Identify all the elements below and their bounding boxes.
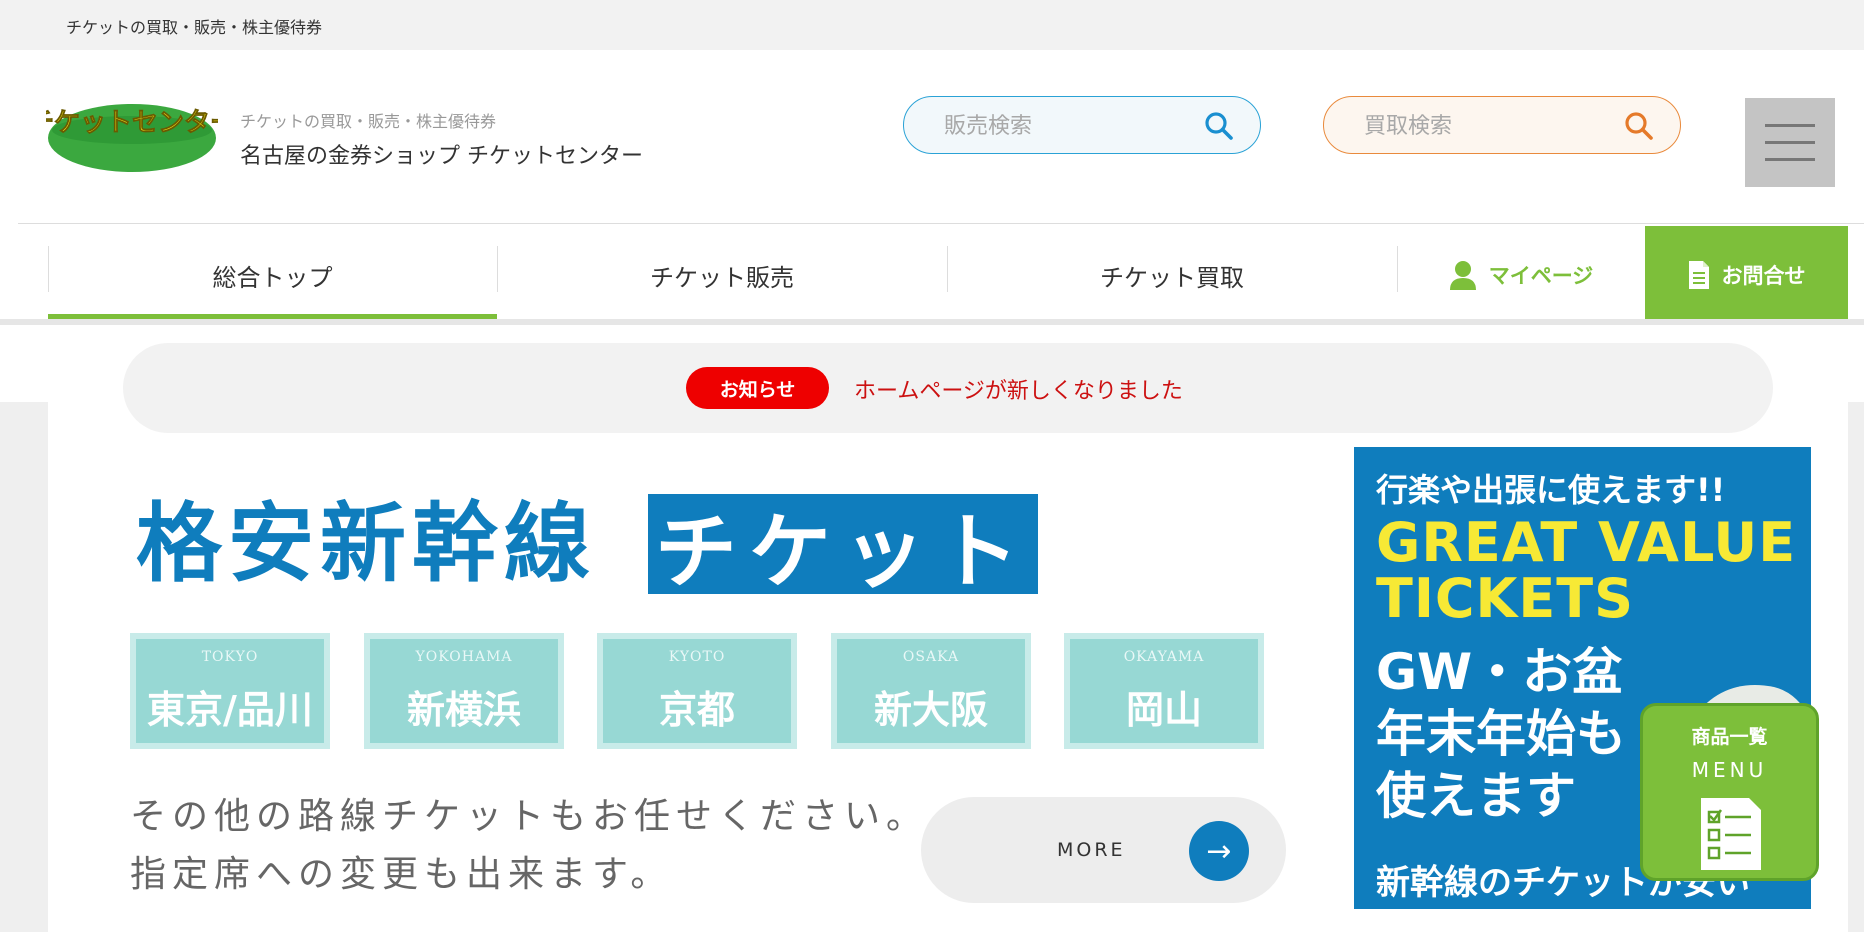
city-en: YOKOHAMA (415, 649, 513, 665)
contact-label: お問合せ (1721, 264, 1806, 288)
promo-headline-line: GREAT VALUE (1376, 511, 1797, 574)
city-en: KYOTO (668, 649, 726, 665)
nav-item-label: 総合トップ (212, 263, 333, 292)
city-en: OKAYAMA (1123, 649, 1205, 665)
page-side-band (0, 402, 48, 932)
promo-body-line: GW・お盆 (1376, 643, 1623, 701)
notice-badge: お知らせ (686, 367, 829, 409)
notice-link[interactable]: ホームページが新しくなりました (854, 373, 1183, 405)
sell-search-box (903, 96, 1261, 154)
document-icon (1688, 261, 1709, 289)
brand-title[interactable]: 名古屋の金券ショップ チケットセンター (240, 138, 643, 170)
float-menu-title: 商品一覧 (1691, 726, 1768, 748)
brand-subtitle: チケットの買取・販売・株主優待券 (240, 112, 497, 131)
promo-body: GW・お盆 年末年始も 使えます (1376, 641, 1626, 827)
nav-item-mypage[interactable]: マイページ (1397, 226, 1645, 324)
search-icon[interactable] (1624, 111, 1654, 141)
more-label: MORE (1057, 839, 1126, 861)
global-nav: 総合トップ チケット販売 チケット買取 マイページ お問合せ (48, 226, 1848, 325)
nav-item-contact[interactable]: お問合せ (1645, 226, 1848, 324)
more-button[interactable]: MORE → (921, 797, 1286, 903)
hero-title: 格安新幹線 (136, 494, 596, 594)
city-ja: 新横浜 (406, 688, 521, 732)
top-strip: チケットの買取・販売・株主優待券 (0, 0, 1864, 50)
search-icon[interactable] (1204, 111, 1234, 141)
nav-item-ticket-buy[interactable]: チケット買取 (947, 226, 1397, 324)
float-menu-sub: MENU (1691, 758, 1768, 782)
city-ja: 岡山 (1125, 688, 1202, 732)
hamburger-menu-button[interactable] (1745, 98, 1835, 187)
floating-product-menu-button[interactable]: 商品一覧 MENU (1640, 703, 1819, 881)
hamburger-bar (1765, 141, 1815, 144)
checklist-icon (1701, 798, 1761, 870)
hero-desc-line: 指定席への変更も出来ます。 (130, 854, 673, 895)
top-strip-text: チケットの買取・販売・株主優待券 (66, 18, 323, 37)
mypage-label: マイページ (1488, 264, 1594, 288)
city-en: OSAKA (902, 649, 960, 665)
promo-headline-line: TICKETS (1376, 567, 1635, 630)
city-tile-yokohama: YOKOHAMA 新横浜 (364, 633, 564, 749)
hero-desc-line: その他の路線チケットもお任せください。 (130, 796, 929, 837)
city-en: TOKYO (201, 649, 259, 665)
logo-text: チケットセンター (46, 108, 218, 138)
hero-title-box: チケット (648, 494, 1038, 600)
nav-item-label: チケット販売 (650, 263, 794, 292)
promo-line: 行楽や出張に使えます!! (1376, 471, 1726, 509)
promo-body-line: 使えます (1376, 767, 1576, 825)
city-tile-osaka: OSAKA 新大阪 (831, 633, 1031, 749)
user-icon (1449, 261, 1476, 290)
nav-bottom-border (0, 319, 1864, 325)
city-ja: 東京/品川 (147, 688, 313, 732)
city-ja: 新大阪 (873, 688, 988, 732)
promo-headline: GREAT VALUE TICKETS (1376, 515, 1796, 627)
city-tile-tokyo: TOKYO 東京/品川 (130, 633, 330, 749)
sell-search-input[interactable] (944, 111, 1184, 141)
buy-search-box (1323, 96, 1681, 154)
hero-description: その他の路線チケットもお任せください。 指定席への変更も出来ます。 (130, 788, 928, 904)
hamburger-bar (1765, 158, 1815, 161)
buy-search-input[interactable] (1364, 111, 1604, 141)
city-ja: 京都 (658, 688, 735, 732)
nav-item-top[interactable]: 総合トップ (48, 226, 497, 324)
notice-bar: お知らせ ホームページが新しくなりました (123, 343, 1773, 433)
hamburger-bar (1765, 124, 1815, 127)
header-divider (18, 223, 1864, 224)
site-logo[interactable]: チケットセンター (46, 100, 218, 172)
nav-item-ticket-sales[interactable]: チケット販売 (497, 226, 947, 324)
nav-separator (48, 246, 49, 292)
city-tile-kyoto: KYOTO 京都 (597, 633, 797, 749)
nav-item-label: チケット買取 (1100, 263, 1244, 292)
arrow-right-icon: → (1189, 821, 1249, 881)
page-side-band (1848, 402, 1864, 932)
promo-body-line: 年末年始も (1376, 705, 1626, 763)
city-tile-okayama: OKAYAMA 岡山 (1064, 633, 1264, 749)
